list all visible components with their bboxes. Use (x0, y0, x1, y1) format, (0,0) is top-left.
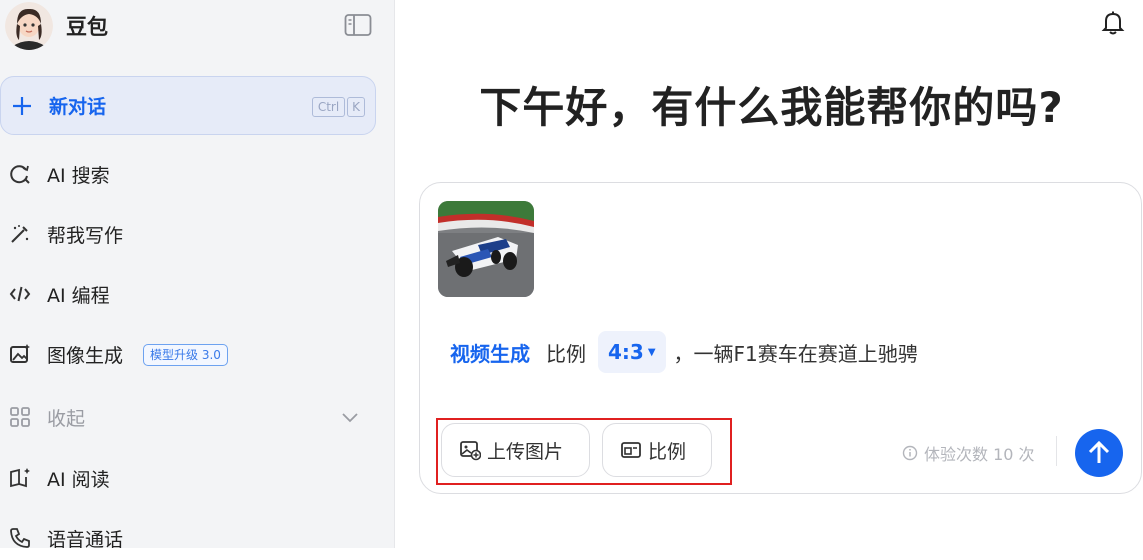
sidebar-item-label: 帮我写作 (47, 224, 124, 247)
upgrade-badge: 模型升级 3.0 (143, 344, 228, 366)
prompt-text[interactable]: ，一辆F1赛车在赛道上驰骋 (674, 338, 918, 367)
upload-image-button[interactable]: 上传图片 (441, 423, 590, 477)
new-chat-label: 新对话 (49, 96, 107, 118)
send-button[interactable] (1075, 429, 1123, 477)
sidebar-item-writing[interactable]: 帮我写作 (0, 212, 390, 256)
phone-icon (8, 526, 32, 550)
arrow-up-icon (1088, 440, 1110, 463)
sidebar-item-voice-call[interactable]: 语音通话 (0, 516, 390, 560)
sidebar-item-reading[interactable]: AI 阅读 (0, 456, 390, 500)
chevron-down-icon[interactable] (340, 407, 360, 431)
caret-down-icon: ▼ (647, 346, 656, 358)
magic-pen-icon (8, 222, 32, 246)
code-icon (8, 282, 32, 306)
quota-info: 体验次数 10 次 (902, 441, 1035, 465)
info-icon (902, 445, 918, 461)
toolbar-divider (1056, 436, 1057, 466)
book-icon (8, 466, 32, 490)
sidebar-item-label: 收起 (47, 407, 86, 430)
upload-image-label: 上传图片 (487, 440, 564, 463)
plus-icon (13, 96, 31, 115)
prompt-line[interactable]: 视频生成 比例 4:3 ▼ ，一辆F1赛车在赛道上驰骋 (450, 331, 918, 373)
greeting-heading: 下午好，有什么我能帮你的吗? (479, 83, 1064, 132)
uploaded-image-thumbnail[interactable] (438, 201, 534, 297)
sidebar-item-label: 语音通话 (47, 528, 124, 551)
image-spark-icon (8, 342, 32, 366)
ratio-value: 4:3 (608, 340, 644, 364)
sidebar: 豆包 新对话 Ctrl K AI 搜索 帮我写作 AI 编程 图像生成 模型升级… (0, 0, 395, 551)
aspect-ratio-icon (621, 442, 641, 458)
sidebar-item-label: 图像生成 (47, 344, 124, 367)
search-refresh-icon (8, 162, 32, 186)
skill-tag[interactable]: 视频生成 (450, 338, 530, 367)
sidebar-item-label: AI 阅读 (47, 468, 110, 491)
brand[interactable]: 豆包 (5, 0, 108, 52)
ratio-dropdown[interactable]: 4:3 ▼ (598, 331, 666, 373)
ratio-word: 比例 (546, 341, 586, 366)
sidebar-item-label: AI 搜索 (47, 164, 110, 187)
grid-icon (8, 405, 32, 429)
image-upload-icon (460, 441, 481, 461)
bell-icon[interactable] (1100, 10, 1126, 36)
quota-text: 体验次数 10 次 (924, 445, 1035, 464)
shortcut-ctrl: Ctrl (312, 97, 345, 117)
new-chat-button[interactable]: 新对话 Ctrl K (0, 76, 376, 135)
ratio-button-label: 比例 (648, 440, 687, 463)
ratio-button[interactable]: 比例 (602, 423, 712, 477)
sidebar-item-label: AI 编程 (47, 284, 110, 307)
shortcut-key: K (347, 97, 365, 117)
sidebar-item-image-gen[interactable]: 图像生成 模型升级 3.0 (0, 332, 390, 376)
sidebar-item-collapse[interactable]: 收起 (0, 395, 390, 439)
sidebar-toggle-icon[interactable] (344, 13, 372, 37)
sidebar-item-coding[interactable]: AI 编程 (0, 272, 390, 316)
brand-name: 豆包 (66, 15, 108, 39)
avatar[interactable] (5, 2, 53, 50)
sidebar-item-ai-search[interactable]: AI 搜索 (0, 152, 390, 196)
